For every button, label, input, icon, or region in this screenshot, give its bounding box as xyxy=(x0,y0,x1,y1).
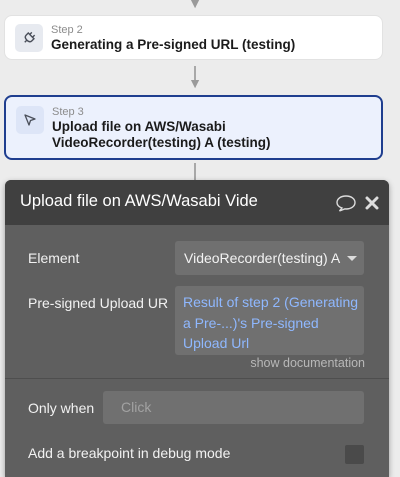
only-when-label: Only when xyxy=(28,400,95,416)
only-when-input[interactable]: Click xyxy=(103,391,364,424)
flow-connector xyxy=(194,163,196,181)
cursor-icon xyxy=(16,106,44,134)
plug-icon xyxy=(15,24,43,52)
close-icon[interactable] xyxy=(365,196,379,215)
flow-arrow-icon: ▼ xyxy=(188,75,202,91)
presigned-url-label: Pre-signed Upload UR xyxy=(28,295,169,311)
step-title: Generating a Pre-signed URL (testing) xyxy=(51,37,296,52)
element-dropdown[interactable]: VideoRecorder(testing) A xyxy=(175,241,364,275)
step-label: Step 2 xyxy=(51,24,83,36)
panel-title: Upload file on AWS/Wasabi Vide xyxy=(20,192,258,210)
step-label: Step 3 xyxy=(52,106,84,118)
chevron-down-icon xyxy=(347,256,357,261)
panel-header: Upload file on AWS/Wasabi Vide xyxy=(5,180,389,225)
breakpoint-checkbox[interactable] xyxy=(345,445,364,464)
presigned-url-field[interactable]: Result of step 2 (Generating a Pre-...)'… xyxy=(175,286,364,355)
section-divider xyxy=(5,378,389,379)
comment-icon[interactable] xyxy=(335,194,357,217)
only-when-placeholder: Click xyxy=(121,399,152,415)
step-card-3[interactable]: Step 3 Upload file on AWS/Wasabi VideoRe… xyxy=(4,95,383,160)
step-card-2[interactable]: Step 2 Generating a Pre-signed URL (test… xyxy=(4,15,383,60)
show-documentation-link[interactable]: show documentation xyxy=(250,356,365,370)
element-label: Element xyxy=(28,250,80,266)
step-title: Upload file on AWS/Wasabi VideoRecorder(… xyxy=(52,119,271,150)
element-dropdown-value: VideoRecorder(testing) A xyxy=(184,250,341,266)
flow-arrow-icon: ▼ xyxy=(188,0,202,11)
action-property-panel: Upload file on AWS/Wasabi Vide Element V… xyxy=(5,180,389,477)
dynamic-expression[interactable]: Result of step 2 (Generating a Pre-...)'… xyxy=(183,292,363,354)
breakpoint-label: Add a breakpoint in debug mode xyxy=(28,445,231,461)
